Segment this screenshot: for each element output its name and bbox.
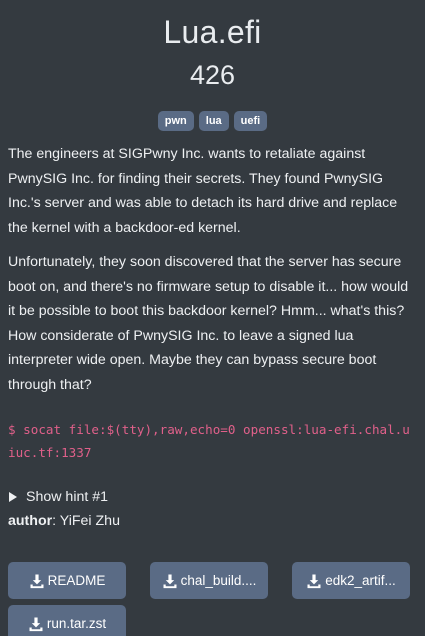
tag-uefi: uefi (233, 111, 268, 131)
show-hint-toggle[interactable]: Show hint #1 (8, 485, 417, 509)
hint-label: Show hint #1 (26, 489, 109, 505)
challenge-points: 426 (189, 60, 236, 90)
author-line: author: YiFei Zhu (8, 513, 120, 529)
download-icon (29, 617, 43, 631)
connection-command: $ socat file:$(tty),raw,echo=0 openssl:l… (8, 422, 410, 460)
download-label: edk2_artif... (325, 573, 396, 588)
download-chal-build-button[interactable]: chal_build.... (150, 562, 268, 599)
download-edk2-artifacts-button[interactable]: edk2_artif... (292, 562, 410, 599)
description-paragraph-1: The engineers at SIGPwny Inc. wants to r… (8, 146, 398, 236)
download-run-tar-button[interactable]: run.tar.zst (8, 605, 126, 636)
tag-list: pwn lua uefi (8, 111, 417, 131)
author-label: author (8, 513, 53, 529)
author-name: YiFei Zhu (59, 513, 120, 529)
challenge-card: Lua.efi 426 pwn lua uefi The engineers a… (0, 14, 425, 636)
download-label: run.tar.zst (46, 616, 107, 631)
tag-lua: lua (198, 111, 229, 131)
download-label: README (47, 573, 106, 588)
download-icon (307, 574, 321, 588)
description-paragraph-2: Unfortunately, they soon discovered that… (8, 254, 409, 393)
tag-pwn: pwn (157, 111, 194, 131)
download-label: chal_build.... (180, 573, 257, 588)
challenge-title: Lua.efi (163, 14, 262, 50)
disclosure-triangle-icon (9, 492, 17, 502)
download-icon (30, 574, 44, 588)
download-readme-button[interactable]: README (8, 562, 126, 599)
download-icon (163, 574, 177, 588)
